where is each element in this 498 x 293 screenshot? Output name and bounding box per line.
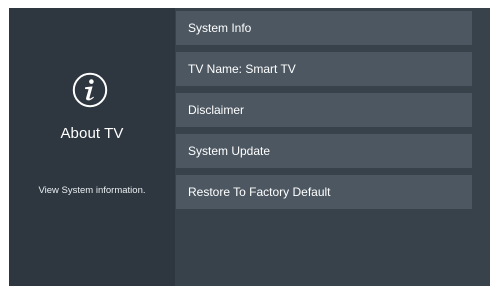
menu-item-tv-name[interactable]: TV Name: Smart TV	[176, 52, 472, 86]
info-icon	[72, 72, 108, 108]
page-description: View System information.	[38, 185, 146, 196]
about-tv-panel: About TV View System information.	[9, 8, 175, 286]
menu-item-restore-factory-default[interactable]: Restore To Factory Default	[176, 175, 472, 209]
menu-item-system-info[interactable]: System Info	[176, 11, 472, 45]
menu-item-system-update[interactable]: System Update	[176, 134, 472, 168]
menu-item-disclaimer[interactable]: Disclaimer	[176, 93, 472, 127]
page-title: About TV	[60, 125, 124, 142]
